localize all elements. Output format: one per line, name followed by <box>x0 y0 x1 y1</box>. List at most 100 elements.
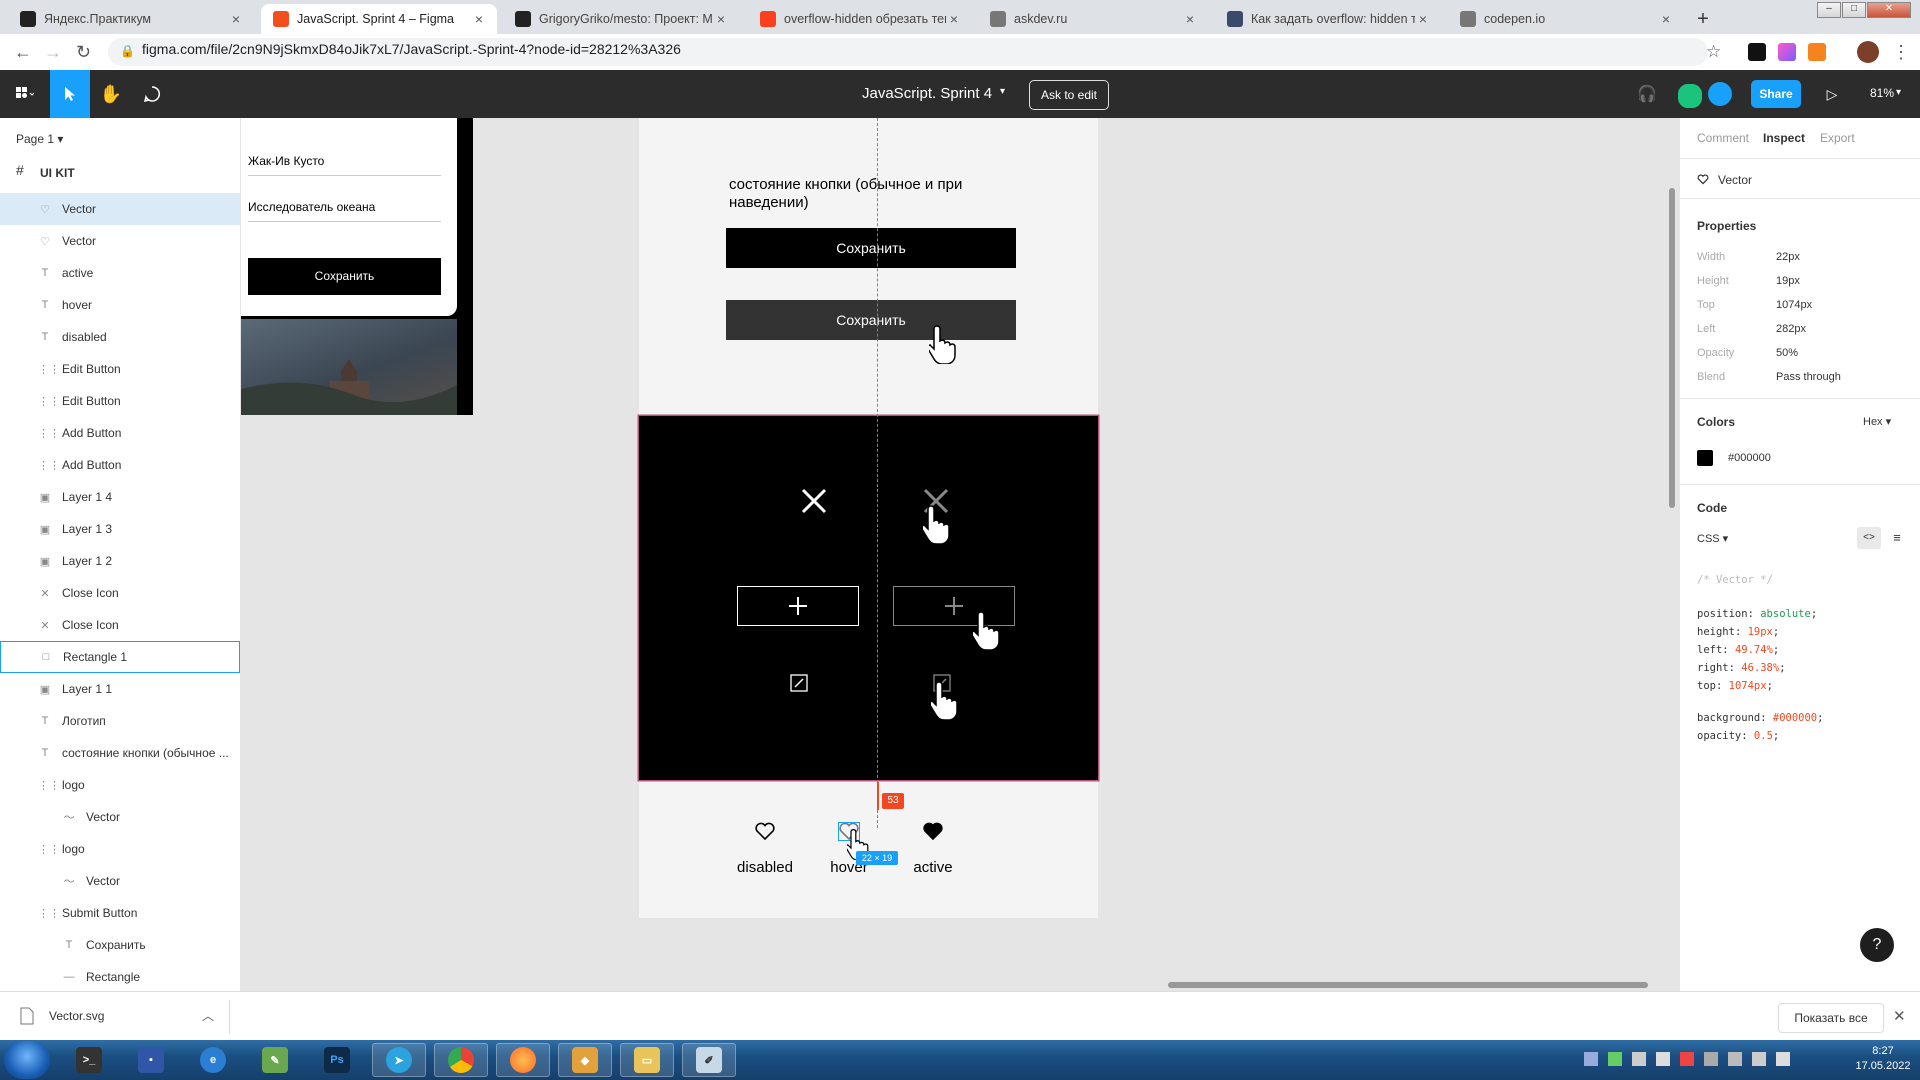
network-icon[interactable] <box>1752 1052 1766 1066</box>
comment-tool-icon[interactable] <box>131 70 173 118</box>
layer-row[interactable]: T Логотип <box>0 705 240 737</box>
property-value[interactable]: 50% <box>1776 347 1798 359</box>
url-text[interactable]: figma.com/file/2cn9N9jSkmxD84oJik7xL7/Ja… <box>142 41 681 57</box>
like-disabled-heart-icon[interactable] <box>754 822 776 841</box>
taskbar-terminal[interactable]: >_ <box>62 1043 116 1077</box>
color-format-select[interactable]: Hex ▾ <box>1863 415 1891 428</box>
figma-menu-icon[interactable] <box>2 70 46 118</box>
layer-row[interactable]: T Сохранить <box>0 929 240 961</box>
close-window-button[interactable]: ✕ <box>1867 2 1911 18</box>
layer-row[interactable]: ▣ Layer 1 4 <box>0 481 240 513</box>
present-play-icon[interactable]: ▷ <box>1812 70 1852 118</box>
layer-row[interactable]: Thover <box>0 289 240 321</box>
tab-close-icon[interactable]: × <box>1658 11 1674 27</box>
browser-tab[interactable]: GrigoryGriko/mesto: Проект: Ме × <box>503 4 739 34</box>
tray-icon[interactable] <box>1728 1052 1742 1066</box>
browser-tab[interactable]: codepen.io × <box>1448 4 1684 34</box>
hand-tool-icon[interactable]: ✋ <box>90 70 132 118</box>
property-value[interactable]: 1074px <box>1776 299 1812 311</box>
taskbar-telegram[interactable]: ➤ <box>372 1043 426 1077</box>
tab-close-icon[interactable]: × <box>1415 11 1431 27</box>
tab-close-icon[interactable]: × <box>946 11 962 27</box>
ui-kit-frame[interactable]: состояние кнопки (обычное и при наведени… <box>639 118 1098 918</box>
add-button[interactable] <box>737 586 859 626</box>
taskbar-firefox[interactable] <box>496 1043 550 1077</box>
browser-menu-icon[interactable]: ⋮ <box>1892 42 1910 63</box>
layer-row[interactable]: ⋮⋮ Edit Button <box>0 385 240 417</box>
layer-row[interactable]: ⋮⋮ Add Button <box>0 417 240 449</box>
tab-inspect[interactable]: Inspect <box>1763 131 1805 145</box>
zoom-level[interactable]: 81% <box>1870 86 1894 100</box>
code-language-select[interactable]: CSS ▾ <box>1697 532 1728 545</box>
taskbar-save[interactable]: ▪ <box>124 1043 178 1077</box>
tray-icon[interactable] <box>1656 1052 1670 1066</box>
extension-icon[interactable] <box>1778 43 1796 61</box>
save-button-hover[interactable]: Сохранить <box>726 300 1016 340</box>
layer-row[interactable]: ▣ Layer 1 2 <box>0 545 240 577</box>
clock[interactable]: 8:27 17.05.2022 <box>1848 1044 1918 1074</box>
taskbar-paint[interactable]: ✐ <box>682 1043 736 1077</box>
layer-row[interactable]: ▣ Layer 1 3 <box>0 513 240 545</box>
layer-row[interactable]: Tactive <box>0 257 240 289</box>
tray-icon[interactable] <box>1608 1052 1622 1066</box>
tray-icon[interactable] <box>1704 1052 1718 1066</box>
browser-tab[interactable]: Как задать overflow: hidden тол × <box>1215 4 1441 34</box>
layer-row[interactable]: ▣ Layer 1 1 <box>0 673 240 705</box>
browser-tab[interactable]: overflow-hidden обрезать текст × <box>748 4 972 34</box>
tray-icon[interactable] <box>1680 1052 1694 1066</box>
document-title[interactable]: JavaScript. Sprint 4 <box>862 85 992 102</box>
profile-frame[interactable]: Жак-Ив Кусто Исследователь океана Сохран… <box>241 118 473 415</box>
chevron-down-icon[interactable]: ▾ <box>1896 87 1901 98</box>
vertical-scrollbar[interactable] <box>1669 188 1675 508</box>
tab-close-icon[interactable]: × <box>713 11 729 27</box>
layer-row[interactable]: □ Rectangle 1 <box>0 641 240 673</box>
layer-row[interactable]: ✕ Close Icon <box>0 609 240 641</box>
audio-headphones-icon[interactable]: 🎧 <box>1630 70 1664 118</box>
close-icon[interactable]: ✕ <box>1893 1007 1906 1025</box>
tab-comment[interactable]: Comment <box>1697 131 1749 145</box>
avatar[interactable] <box>1708 82 1732 106</box>
new-tab-button[interactable]: + <box>1690 6 1716 32</box>
tab-close-icon[interactable]: × <box>1182 11 1198 27</box>
browser-tab[interactable]: JavaScript. Sprint 4 – Figma × <box>261 4 497 34</box>
layer-row[interactable]: ⋮⋮ Submit Button <box>0 897 240 929</box>
maximize-button[interactable]: □ <box>1842 2 1866 18</box>
show-all-downloads-button[interactable]: Показать все <box>1778 1003 1884 1033</box>
download-file-name[interactable]: Vector.svg <box>49 1009 104 1023</box>
code-view-icon[interactable]: <> <box>1857 527 1881 549</box>
page-selector[interactable]: Page 1 ▾ <box>16 132 63 146</box>
layer-row[interactable]: 〜 Vector <box>0 801 240 833</box>
frame-ui-kit[interactable]: UI KIT <box>40 166 75 180</box>
start-button[interactable] <box>4 1041 50 1079</box>
taskbar-chrome[interactable] <box>434 1043 488 1077</box>
horizontal-scrollbar[interactable] <box>1168 982 1648 988</box>
back-icon[interactable]: ← <box>14 42 32 63</box>
taskbar-ie[interactable]: e <box>186 1043 240 1077</box>
taskbar-notepad[interactable]: ✎ <box>248 1043 302 1077</box>
share-button[interactable]: Share <box>1751 80 1801 108</box>
layer-row[interactable]: ⋮⋮ Add Button <box>0 449 240 481</box>
tab-export[interactable]: Export <box>1820 131 1855 145</box>
edit-icon[interactable] <box>790 674 808 692</box>
layer-row[interactable]: ⋮⋮ logo <box>0 769 240 801</box>
layer-row[interactable]: 〜 Vector <box>0 865 240 897</box>
chevron-down-icon[interactable]: ▾ <box>1000 86 1005 97</box>
help-button[interactable]: ? <box>1860 928 1894 962</box>
tray-icon[interactable] <box>1632 1052 1646 1066</box>
close-icon[interactable] <box>799 486 829 516</box>
minimize-button[interactable]: – <box>1817 2 1841 18</box>
profile-avatar[interactable] <box>1857 41 1879 63</box>
layer-row[interactable]: ⋮⋮ Edit Button <box>0 353 240 385</box>
layer-row[interactable]: Tсостояние кнопки (обычное ... <box>0 737 240 769</box>
browser-tab[interactable]: Яндекс.Практикум × <box>8 4 254 34</box>
chevron-up-icon[interactable]: ︿ <box>202 1007 214 1024</box>
color-swatch[interactable] <box>1697 450 1713 466</box>
taskbar-sourcetree[interactable]: ◆ <box>558 1043 612 1077</box>
reload-icon[interactable]: ↻ <box>76 42 91 63</box>
layer-row[interactable]: ⋮⋮ logo <box>0 833 240 865</box>
layer-row[interactable]: — Rectangle <box>0 961 240 991</box>
metamask-icon[interactable] <box>1808 43 1826 61</box>
tray-icon[interactable] <box>1584 1052 1598 1066</box>
browser-tab[interactable]: askdev.ru × <box>978 4 1208 34</box>
property-value[interactable]: Pass through <box>1776 371 1841 383</box>
